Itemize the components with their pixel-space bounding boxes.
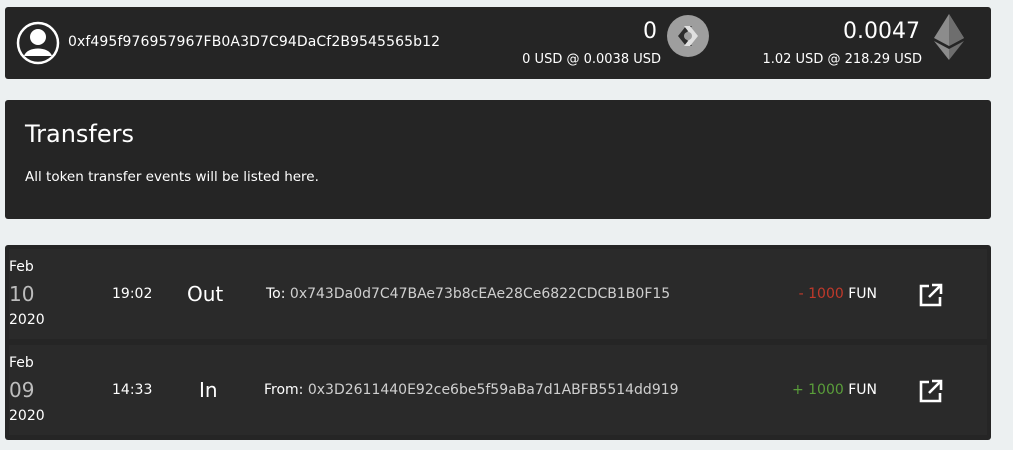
page-description: All token transfer events will be listed… [25,169,319,185]
transfer-year: 2020 [9,312,45,328]
fun-balance-usd: 0 USD @ 0.0038 USD [522,52,661,67]
counterparty-address[interactable]: 0x3D2611440E92ce6be5f59aBa7d1ABFB5514dd9… [308,382,679,398]
user-avatar-icon [16,21,60,65]
transfer-amount: + 1000 FUN [792,382,877,398]
transfer-list: Feb 10 2020 19:02 Out To: 0x743Da0d7C47B… [5,245,991,440]
transfer-year: 2020 [9,408,45,424]
amount-value: - 1000 [798,286,844,302]
counterparty-label: From: [264,382,304,398]
token-symbol: FUN [848,382,877,398]
ethereum-icon [934,14,964,60]
transfer-day: 09 [9,378,35,402]
transfer-row: Feb 09 2020 14:33 In From: 0x3D2611440E9… [9,345,987,435]
transfer-month: Feb [9,355,34,371]
external-link-icon[interactable] [918,378,944,404]
page-title: Transfers [25,120,135,148]
transfer-row: Feb 10 2020 19:02 Out To: 0x743Da0d7C47B… [9,249,987,339]
external-link-icon[interactable] [918,282,944,308]
transfers-info-panel: Transfers All token transfer events will… [5,100,991,219]
transfer-time: 14:33 [112,382,153,398]
transfer-month: Feb [9,259,34,275]
eth-balance: 0.0047 [843,19,920,44]
transfer-amount: - 1000 FUN [799,286,877,302]
funfair-icon [667,15,709,57]
transfer-direction: Out [187,282,224,306]
amount-value: + 1000 [791,382,844,398]
token-symbol: FUN [848,286,877,302]
account-address: 0xf495f976957967FB0A3D7C94DaCf2B9545565b… [68,34,441,50]
account-header: 0xf495f976957967FB0A3D7C94DaCf2B9545565b… [5,7,991,79]
eth-balance-usd: 1.02 USD @ 218.29 USD [762,52,922,67]
transfer-day: 10 [9,282,35,306]
counterparty-address[interactable]: 0x743Da0d7C47BAe73b8cEAe28Ce6822CDCB1B0F… [290,286,670,302]
transfer-counterparty: From: 0x3D2611440E92ce6be5f59aBa7d1ABFB5… [264,382,679,398]
transfer-time: 19:02 [112,286,153,302]
counterparty-label: To: [266,286,286,302]
transfer-direction: In [199,378,218,402]
transfer-counterparty: To: 0x743Da0d7C47BAe73b8cEAe28Ce6822CDCB… [266,286,670,302]
fun-balance: 0 [643,19,657,44]
